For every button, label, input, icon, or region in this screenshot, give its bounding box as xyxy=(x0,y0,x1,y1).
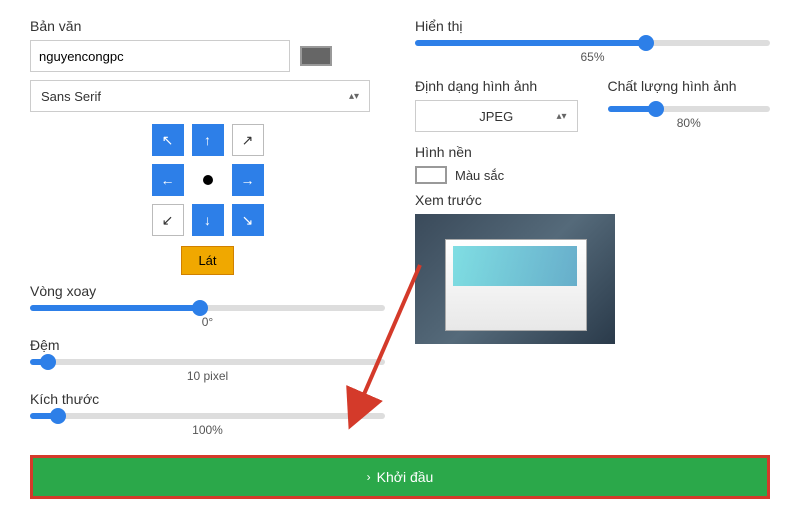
start-button[interactable]: › Khởi đầu xyxy=(30,455,770,499)
tile-button[interactable]: Lát xyxy=(181,246,233,275)
background-color-swatch[interactable] xyxy=(415,166,447,184)
preview-image xyxy=(415,214,615,344)
dir-left[interactable]: ← xyxy=(152,164,184,196)
size-value: 100% xyxy=(30,423,385,437)
format-label: Định dạng hình ảnh xyxy=(415,78,578,94)
background-mode: Màu sắc xyxy=(455,168,504,183)
start-button-label: Khởi đầu xyxy=(377,469,434,485)
dir-bottom-left[interactable]: ↙ xyxy=(152,204,184,236)
format-select[interactable]: JPEG ▴▾ xyxy=(415,100,578,132)
dir-top-right[interactable]: ↗ xyxy=(232,124,264,156)
quality-value: 80% xyxy=(608,116,771,130)
display-value: 65% xyxy=(415,50,770,64)
rotation-value: 0° xyxy=(30,315,385,329)
font-select-value: Sans Serif xyxy=(41,89,101,104)
display-slider[interactable]: 65% xyxy=(415,40,770,64)
dir-bottom[interactable]: ↓ xyxy=(192,204,224,236)
font-select[interactable]: Sans Serif ▴▾ xyxy=(30,80,370,112)
preview-label: Xem trước xyxy=(415,192,770,208)
dir-top-left[interactable]: ↖ xyxy=(152,124,184,156)
dir-right[interactable]: → xyxy=(232,164,264,196)
rotation-slider[interactable]: 0° xyxy=(30,305,385,329)
size-label: Kích thước xyxy=(30,391,385,407)
dir-center[interactable] xyxy=(192,164,224,196)
padding-value: 10 pixel xyxy=(30,369,385,383)
direction-grid: ↖ ↑ ↗ ← → ↙ ↓ ↘ xyxy=(152,124,264,236)
text-label: Bản văn xyxy=(30,18,385,34)
text-color-swatch[interactable] xyxy=(300,46,332,66)
dir-bottom-right[interactable]: ↘ xyxy=(232,204,264,236)
size-slider[interactable]: 100% xyxy=(30,413,385,437)
dir-top[interactable]: ↑ xyxy=(192,124,224,156)
rotation-label: Vòng xoay xyxy=(30,283,385,299)
text-input[interactable] xyxy=(30,40,290,72)
padding-slider[interactable]: 10 pixel xyxy=(30,359,385,383)
quality-label: Chất lượng hình ảnh xyxy=(608,78,771,94)
background-label: Hình nền xyxy=(415,144,770,160)
chevron-updown-icon: ▴▾ xyxy=(556,111,566,122)
quality-slider[interactable]: 80% xyxy=(608,106,771,130)
padding-label: Đệm xyxy=(30,337,385,353)
display-label: Hiển thị xyxy=(415,18,770,34)
format-select-value: JPEG xyxy=(479,109,513,124)
chevron-right-icon: › xyxy=(367,470,371,484)
chevron-updown-icon: ▴▾ xyxy=(349,91,359,102)
